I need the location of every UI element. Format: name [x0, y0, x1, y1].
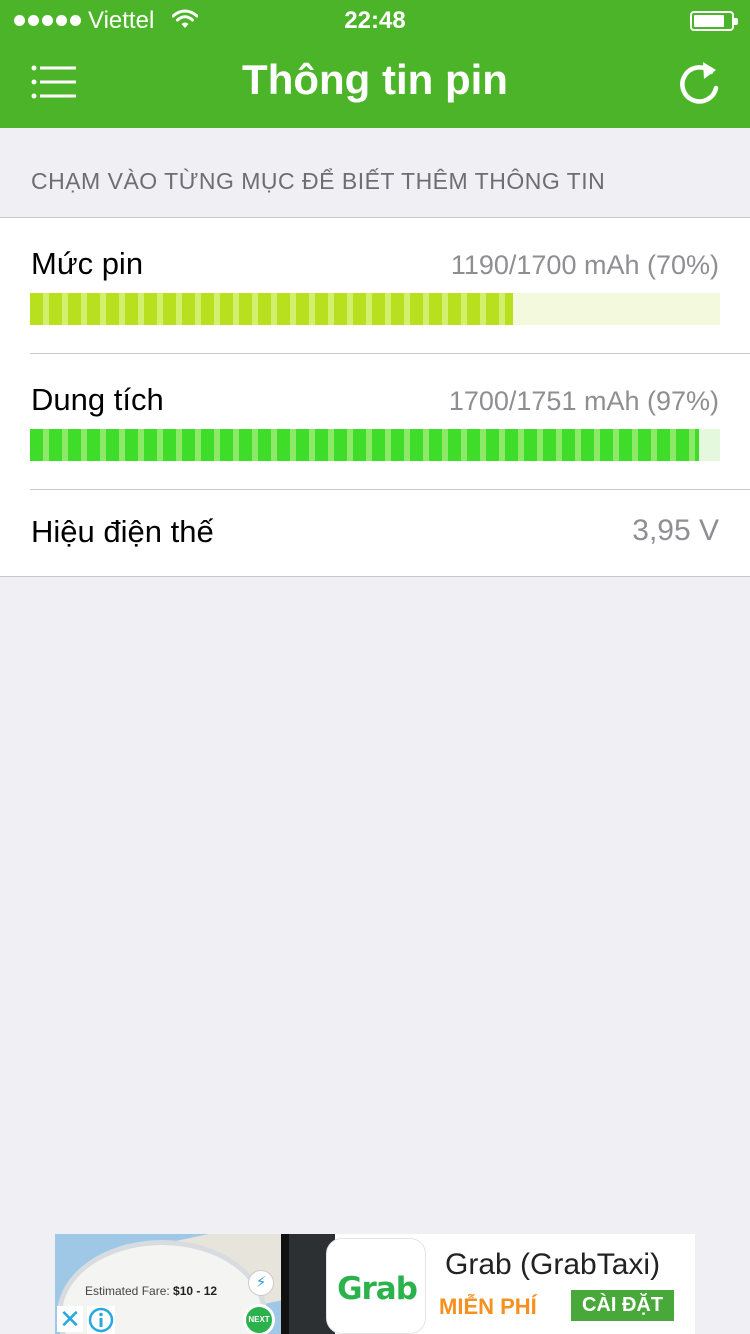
- navigation-bar: Viettel 22:48 Thông tin pin: [0, 0, 750, 128]
- capacity-label: Dung tích: [31, 382, 164, 417]
- ad-fare: Estimated Fare: $10 - 12: [85, 1284, 217, 1298]
- list-item-battery-level[interactable]: Mức pin 1190/1700 mAh (70%): [0, 218, 750, 353]
- ad-fare-value: $10 - 12: [173, 1284, 218, 1298]
- capacity-value: 1700/1751 mAh (97%): [448, 386, 719, 416]
- section-hint: CHẠM VÀO TỪNG MỤC ĐỂ BIẾT THÊM THÔNG TIN: [31, 168, 606, 194]
- ad-app-name: Grab (GrabTaxi): [445, 1248, 661, 1281]
- lightning-icon: ⚡: [248, 1270, 274, 1296]
- list-item-capacity[interactable]: Dung tích 1700/1751 mAh (97%): [0, 354, 750, 489]
- capacity-bar-fill: [30, 429, 700, 461]
- ad-fare-label: Estimated Fare:: [85, 1284, 170, 1298]
- battery-info-list: Mức pin 1190/1700 mAh (70%) Dung tích 17…: [0, 217, 750, 577]
- status-time: 22:48: [344, 7, 406, 34]
- battery-level-bar-fill: [30, 293, 513, 325]
- battery-level-label: Mức pin: [31, 246, 144, 281]
- ad-app-logo: Grab: [326, 1238, 426, 1334]
- voltage-value: 3,95 V: [632, 514, 719, 547]
- ad-logo-text: Grab: [337, 1271, 418, 1307]
- capacity-bar: [30, 429, 720, 461]
- battery-level-value: 1190/1700 mAh (70%): [450, 250, 719, 280]
- info-icon[interactable]: [87, 1306, 115, 1334]
- ad-next-badge: NEXT: [243, 1304, 275, 1334]
- voltage-label: Hiệu điện thế: [31, 514, 214, 549]
- battery-icon: [690, 11, 738, 31]
- battery-level-bar: [30, 293, 720, 325]
- refresh-icon[interactable]: [678, 58, 724, 108]
- ad-banner[interactable]: Estimated Fare: $10 - 12 ⚡ NEXT ✕ Grab G…: [55, 1234, 695, 1334]
- status-bar: Viettel 22:48: [0, 0, 750, 40]
- ad-price: MIỄN PHÍ: [439, 1294, 537, 1319]
- list-item-voltage[interactable]: Hiệu điện thế 3,95 V: [0, 490, 750, 577]
- close-icon[interactable]: ✕: [57, 1306, 83, 1332]
- page-title: Thông tin pin: [242, 56, 508, 103]
- ad-install-button[interactable]: CÀI ĐẶT: [571, 1290, 674, 1321]
